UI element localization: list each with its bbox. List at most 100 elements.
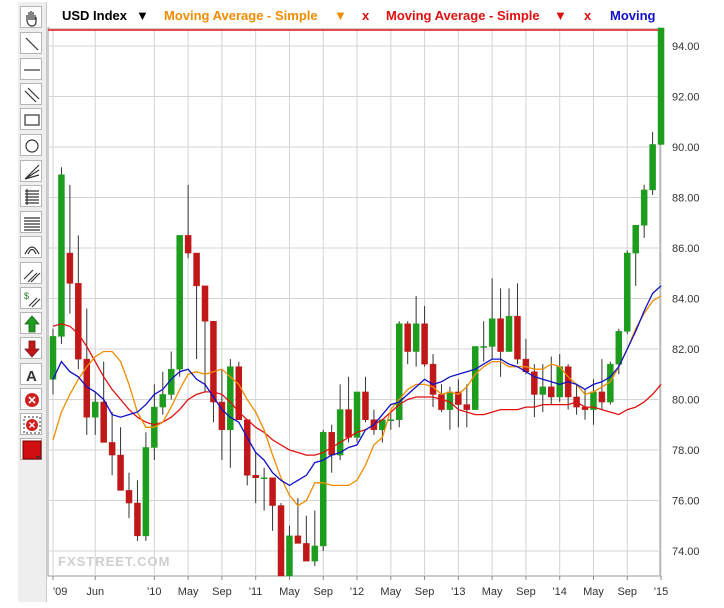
drawing-toolbar: $ A xyxy=(18,2,47,602)
candle-body xyxy=(615,331,623,365)
fan-icon xyxy=(24,164,40,180)
hand-icon xyxy=(26,11,37,27)
fibonacci-levels-tool-button[interactable] xyxy=(20,211,42,233)
candle-body xyxy=(75,283,82,360)
candle-body xyxy=(649,144,656,191)
candle-body xyxy=(505,315,513,352)
candle-body xyxy=(269,477,276,506)
legend-ma-red[interactable]: Moving Average - Simple xyxy=(386,8,540,23)
legend-symbol[interactable]: USD Index xyxy=(62,8,127,23)
rectangle-icon xyxy=(24,114,40,126)
x-tick-label: Sep xyxy=(516,586,536,598)
candle-body xyxy=(412,323,420,352)
candle-body xyxy=(58,174,65,337)
channel-tool-button[interactable] xyxy=(20,262,42,284)
fan-tool-button[interactable] xyxy=(20,160,42,182)
candle-body xyxy=(277,505,285,577)
candle-body xyxy=(548,386,555,398)
price-channel-tool-button[interactable]: $ xyxy=(20,287,42,309)
horizontal-line-tool-button[interactable] xyxy=(20,58,42,80)
symbol-dropdown-icon[interactable]: ▼ xyxy=(136,8,149,23)
candle-body xyxy=(142,447,150,537)
plot-area[interactable] xyxy=(47,27,661,577)
circle-tool-button[interactable] xyxy=(20,134,42,156)
candle-body xyxy=(429,363,437,395)
svg-text:$: $ xyxy=(24,291,29,301)
delete-tool-button[interactable] xyxy=(20,388,42,410)
delete-all-tool-button[interactable] xyxy=(20,413,42,435)
x-tick-label: May xyxy=(583,586,604,598)
candle-body xyxy=(108,442,116,456)
hand-tool-button[interactable] xyxy=(20,6,42,28)
candle-body xyxy=(49,336,57,380)
x-tick-label: '15 xyxy=(654,586,668,598)
arc-tool-button[interactable] xyxy=(20,236,42,258)
ma-orange-remove-button[interactable]: x xyxy=(362,8,369,23)
x-tick-label: May xyxy=(380,586,401,598)
candle-body xyxy=(159,394,167,408)
candle-body xyxy=(497,318,504,352)
candle-body xyxy=(353,391,361,438)
buy-arrow-tool-button[interactable] xyxy=(20,312,42,334)
x-tick-label: '14 xyxy=(553,586,567,598)
candle-body xyxy=(480,346,487,348)
rectangle-tool-button[interactable] xyxy=(20,108,42,130)
color-picker-tool-button[interactable] xyxy=(20,438,42,460)
candle-body xyxy=(286,535,293,577)
legend-ma-blue[interactable]: Moving xyxy=(610,8,656,23)
y-tick-label: 82.00 xyxy=(672,344,700,356)
fibonacci-levels-icon xyxy=(24,217,40,231)
y-tick-label: 92.00 xyxy=(672,92,700,104)
candle-body xyxy=(210,320,217,403)
candle-body xyxy=(624,252,631,332)
x-tick-label: '11 xyxy=(249,586,263,598)
ma-red-remove-button[interactable]: x xyxy=(584,8,591,23)
candle-body xyxy=(91,401,99,418)
color-picker-icon xyxy=(22,440,42,460)
x-tick-label: Sep xyxy=(617,586,637,598)
delete-all-icon xyxy=(23,416,41,434)
x-tick-label: '13 xyxy=(451,586,465,598)
candle-body xyxy=(303,543,310,562)
watermark: FXSTREET.COM xyxy=(58,554,171,569)
y-tick-label: 86.00 xyxy=(672,243,700,255)
candle-body xyxy=(201,285,209,322)
candle-body xyxy=(345,409,352,438)
parallel-lines-tool-button[interactable] xyxy=(20,83,42,105)
candle-body xyxy=(134,502,141,537)
legend-ma-orange[interactable]: Moving Average - Simple xyxy=(164,8,318,23)
parallel-lines-icon xyxy=(24,87,40,103)
candle-body xyxy=(640,189,648,226)
text-tool-button[interactable]: A xyxy=(20,363,42,385)
price-chart: 74.00 76.00 78.00 80.00 82.00 84.00 86.00 88.00… xyxy=(47,27,700,598)
horizontal-line-icon xyxy=(24,69,40,71)
circle-icon xyxy=(25,139,39,153)
fibonacci-retracement-icon xyxy=(25,189,39,205)
y-axis: 74.00 76.00 78.00 80.00 82.00 84.00 86.00 88.00… xyxy=(672,41,700,558)
candle-body xyxy=(193,252,200,287)
candle-body xyxy=(100,401,107,443)
candle-body xyxy=(328,432,335,456)
ma-red-dropdown-icon[interactable]: ▼ xyxy=(554,8,567,23)
y-tick-label: 94.00 xyxy=(672,41,700,53)
fibonacci-retracement-tool-button[interactable] xyxy=(20,185,42,207)
candle-body xyxy=(66,252,74,284)
x-tick-label: '12 xyxy=(350,586,364,598)
candle-body xyxy=(319,432,327,547)
buy-arrow-icon xyxy=(24,315,40,333)
candle-body xyxy=(421,323,428,365)
candle-body xyxy=(243,419,251,476)
line-icon xyxy=(25,37,39,51)
candle-body xyxy=(514,315,521,360)
sell-arrow-tool-button[interactable] xyxy=(20,337,42,359)
x-tick-label: May xyxy=(482,586,503,598)
ma-orange-dropdown-icon[interactable]: ▼ xyxy=(334,8,347,23)
candle-body xyxy=(125,490,133,504)
candle-body xyxy=(294,535,302,544)
candle-body xyxy=(311,545,319,562)
y-tick-label: 84.00 xyxy=(672,294,700,306)
candle-body xyxy=(438,394,445,410)
line-tool-button[interactable] xyxy=(20,32,42,54)
candle-body xyxy=(176,235,183,370)
y-tick-label: 74.00 xyxy=(672,546,700,558)
